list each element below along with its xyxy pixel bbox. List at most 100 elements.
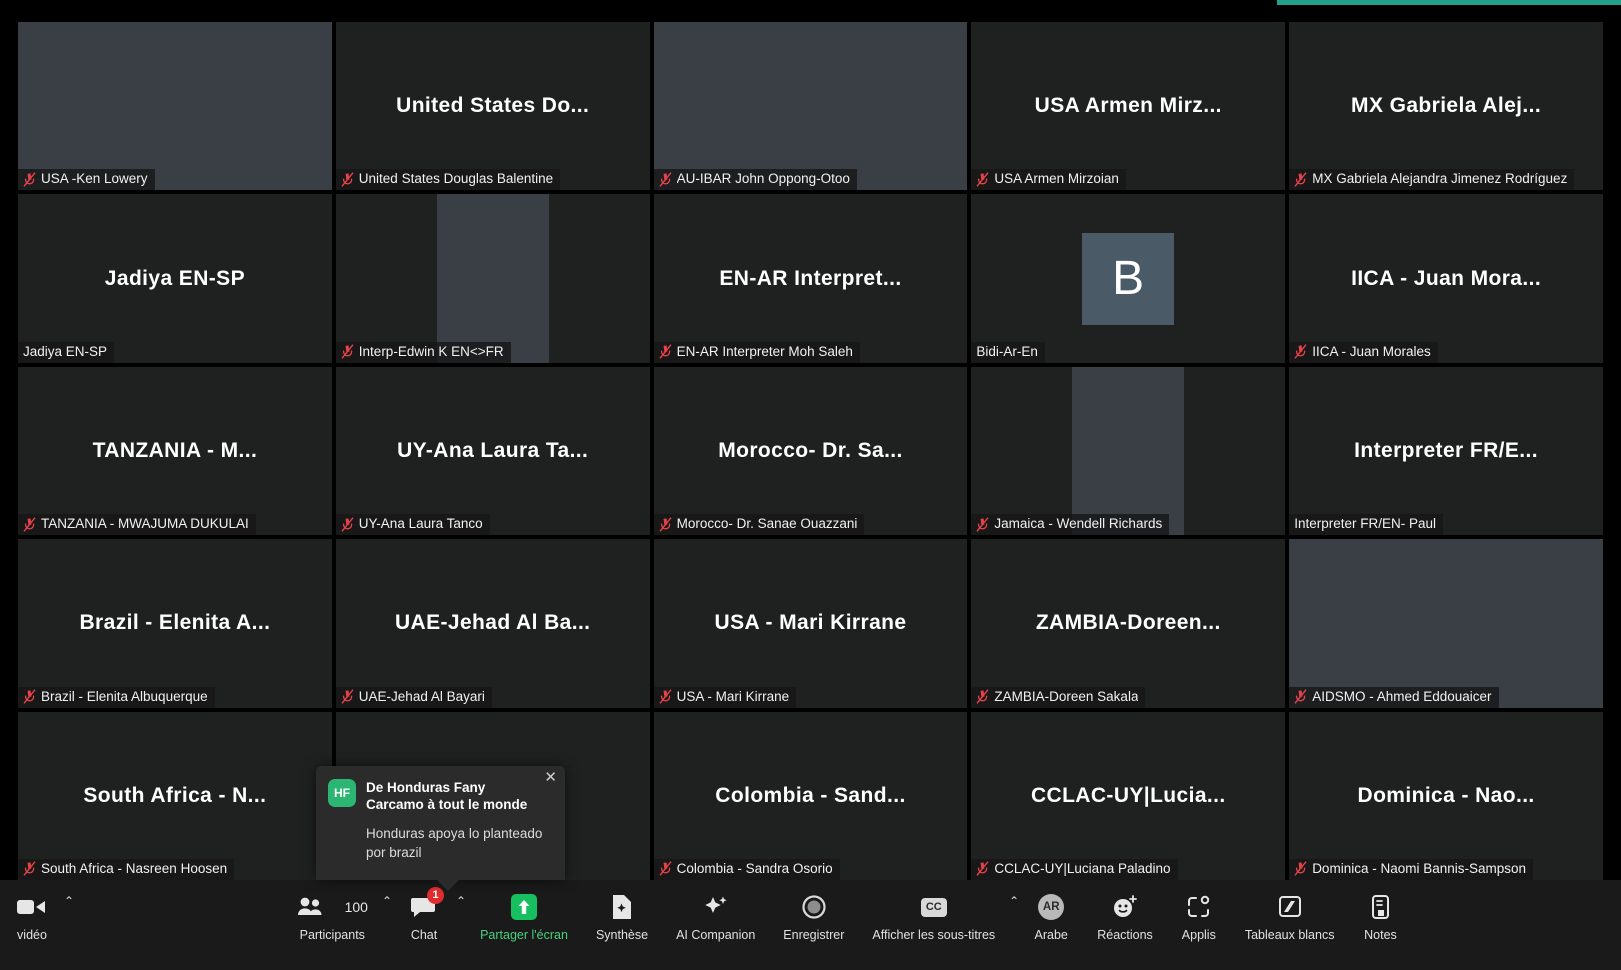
mic-muted-icon — [976, 689, 989, 704]
notes-icon — [1368, 892, 1392, 922]
participant-tile[interactable]: South Africa - N... South Africa - Nasree… — [18, 711, 332, 880]
participant-tile[interactable]: ZAMBIA-Doreen... ZAMBIA-Doreen Sakala — [971, 539, 1286, 708]
notes-button[interactable]: Notes — [1348, 880, 1412, 943]
participant-name: AU-IBAR John Oppong-Otoo — [676, 171, 850, 187]
participant-video — [436, 194, 549, 363]
participant-display-name-large: Brazil - Elenita A... — [79, 611, 271, 635]
reactions-button[interactable]: Réactions — [1083, 880, 1167, 943]
participant-tile[interactable]: B Bidi-Ar-En — [971, 194, 1286, 363]
chat-notification-toast[interactable]: ✕ HF De Honduras Fany Carcamo à tout le … — [316, 766, 565, 891]
mic-muted-icon — [1294, 172, 1307, 187]
document-sparkle-icon — [610, 892, 634, 922]
participant-name-bar: UY-Ana Laura Tanco — [335, 514, 490, 536]
participant-tile[interactable]: EN-AR Interpret... EN-AR Interpreter Moh … — [653, 194, 968, 363]
participant-tile[interactable]: AIDSMO - Ahmed Eddouaicer — [1289, 539, 1603, 708]
participant-tile[interactable]: Jamaica - Wendell Richards — [971, 366, 1286, 536]
zoom-meeting-window: USA -Ken Lowery United States Do... United… — [0, 0, 1621, 970]
chat-message-text: Honduras apoya lo planteado por brazil — [366, 826, 543, 860]
participant-name-bar: Dominica - Naomi Bannis-Sampson — [1289, 858, 1534, 880]
participant-display-name-large: UY-Ana Laura Ta... — [397, 438, 589, 462]
avatar: B — [1082, 232, 1175, 325]
participant-name: Morocco- Dr. Sanae Ouazzani — [676, 516, 858, 532]
participant-tile[interactable]: UAE-Jehad Al Ba... UAE-Jehad Al Bayari — [335, 539, 650, 708]
mic-muted-icon — [23, 172, 36, 187]
video-button[interactable]: vidéo — [0, 880, 64, 943]
participant-tile[interactable]: United States Do... United States Douglas… — [335, 22, 650, 191]
participant-video — [18, 22, 332, 191]
participant-tile[interactable]: IICA - Juan Mora... IICA - Juan Morales — [1289, 194, 1603, 363]
participant-tile[interactable]: USA -Ken Lowery — [18, 22, 332, 191]
participant-tile[interactable]: TANZANIA - M... TANZANIA - MWAJUMA DUKULA… — [18, 366, 332, 536]
participant-name: Jadiya EN-SP — [23, 343, 108, 359]
chevron-up-icon: ⌃ — [1009, 894, 1020, 908]
participant-name-bar: Interpreter FR/EN- Paul — [1289, 514, 1443, 536]
whiteboards-label: Tableaux blancs — [1244, 928, 1335, 942]
participants-count: 100 — [344, 899, 368, 915]
participant-video — [1289, 539, 1603, 708]
mic-muted-icon — [976, 516, 989, 532]
participant-name: MX Gabriela Alejandra Jimenez Rodríguez — [1312, 171, 1568, 187]
participant-name: Dominica - Naomi Bannis-Sampson — [1312, 860, 1527, 876]
mic-muted-icon — [1294, 861, 1307, 877]
participant-video — [653, 22, 968, 191]
whiteboard-icon — [1277, 892, 1303, 922]
participant-tile[interactable]: Interpreter FR/E... Interpreter FR/EN- Pa… — [1289, 366, 1603, 536]
participant-tile[interactable]: USA - Mari Kirrane USA - Mari Kirrane — [653, 539, 968, 708]
summary-button[interactable]: Synthèse — [582, 880, 662, 943]
participants-button[interactable]: 100 Participants — [283, 880, 382, 943]
ai-companion-button[interactable]: AI Companion — [662, 880, 769, 943]
participants-options-caret[interactable]: ⌃ — [382, 880, 392, 908]
mic-muted-icon — [976, 172, 989, 187]
participant-tile[interactable]: Jadiya EN-SP Jadiya EN-SP — [18, 194, 332, 363]
participant-name-bar: Jamaica - Wendell Richards — [971, 514, 1170, 536]
participant-name-bar: United States Douglas Balentine — [335, 169, 561, 191]
apps-button[interactable]: Applis — [1167, 880, 1231, 943]
participant-name: United States Douglas Balentine — [358, 171, 554, 187]
record-label: Enregistrer — [783, 928, 845, 942]
participants-label: Participants — [299, 928, 365, 942]
chevron-up-icon: ⌃ — [456, 894, 467, 908]
participant-tile[interactable]: USA Armen Mirz... USA Armen Mirzoian — [971, 22, 1286, 191]
mic-muted-icon — [1294, 689, 1307, 704]
participant-tile[interactable]: CCLAC-UY|Lucia... CCLAC-UY|Luciana Paladi… — [971, 711, 1286, 880]
participant-tile[interactable]: UY-Ana Laura Ta... UY-Ana Laura Tanco — [335, 366, 650, 536]
participant-tile[interactable]: Morocco- Dr. Sa... Morocco- Dr. Sanae Oua… — [653, 366, 968, 536]
ai-companion-label: AI Companion — [676, 928, 756, 942]
share-screen-button[interactable]: Partager l'écran — [466, 880, 582, 943]
participant-name-bar: Colombia - Sandra Osorio — [653, 858, 840, 880]
participant-tile[interactable]: MX Gabriela Alej... MX Gabriela Alejandra… — [1289, 22, 1603, 191]
participant-name: AIDSMO - Ahmed Eddouaicer — [1312, 688, 1492, 704]
mic-muted-icon — [341, 344, 354, 360]
participant-name-bar: UAE-Jehad Al Bayari — [335, 686, 492, 708]
participant-name-bar: TANZANIA - MWAJUMA DUKULAI — [18, 514, 256, 536]
participant-name: Bidi-Ar-En — [976, 343, 1038, 359]
participant-tile[interactable]: Interp-Edwin K EN<>FR — [335, 194, 650, 363]
participant-name: Jamaica - Wendell Richards — [994, 516, 1163, 532]
close-icon[interactable]: ✕ — [544, 770, 557, 785]
interpretation-label: Arabe — [1034, 928, 1068, 942]
participant-name-bar: USA Armen Mirzoian — [971, 169, 1126, 191]
participant-name-bar: South Africa - Nasreen Hoosen — [18, 858, 235, 880]
participant-tile[interactable]: Colombia - Sand... Colombia - Sandra Osor… — [653, 711, 968, 880]
participant-name-bar: USA - Mari Kirrane — [653, 686, 797, 708]
record-button[interactable]: Enregistrer — [769, 880, 858, 943]
participant-tile[interactable]: Dominica - Nao... Dominica - Naomi Bannis… — [1289, 711, 1603, 880]
captions-button[interactable]: CC Afficher les sous-titres — [858, 880, 1009, 943]
mic-muted-icon — [659, 344, 672, 360]
video-options-caret[interactable]: ⌃ — [64, 880, 74, 908]
participant-display-name-large: ZAMBIA-Doreen... — [1035, 611, 1221, 635]
participant-tile[interactable]: AU-IBAR John Oppong-Otoo — [653, 22, 968, 191]
participant-tile[interactable]: Brazil - Elenita A... Brazil - Elenita Al… — [18, 539, 332, 708]
smiley-plus-icon — [1112, 892, 1138, 922]
sparkle-icon — [702, 892, 730, 922]
participant-name-bar: IICA - Juan Morales — [1289, 341, 1438, 363]
share-screen-icon — [511, 892, 537, 922]
apps-label: Applis — [1181, 928, 1216, 942]
participant-video — [1072, 366, 1185, 536]
whiteboards-button[interactable]: Tableaux blancs — [1231, 880, 1349, 943]
interpretation-button[interactable]: AR Arabe — [1019, 880, 1083, 943]
captions-options-caret[interactable]: ⌃ — [1009, 880, 1019, 908]
participant-name-bar: CCLAC-UY|Luciana Paladino — [971, 858, 1178, 880]
participant-name: ZAMBIA-Doreen Sakala — [994, 688, 1139, 704]
participant-display-name-large: CCLAC-UY|Lucia... — [1030, 783, 1226, 807]
